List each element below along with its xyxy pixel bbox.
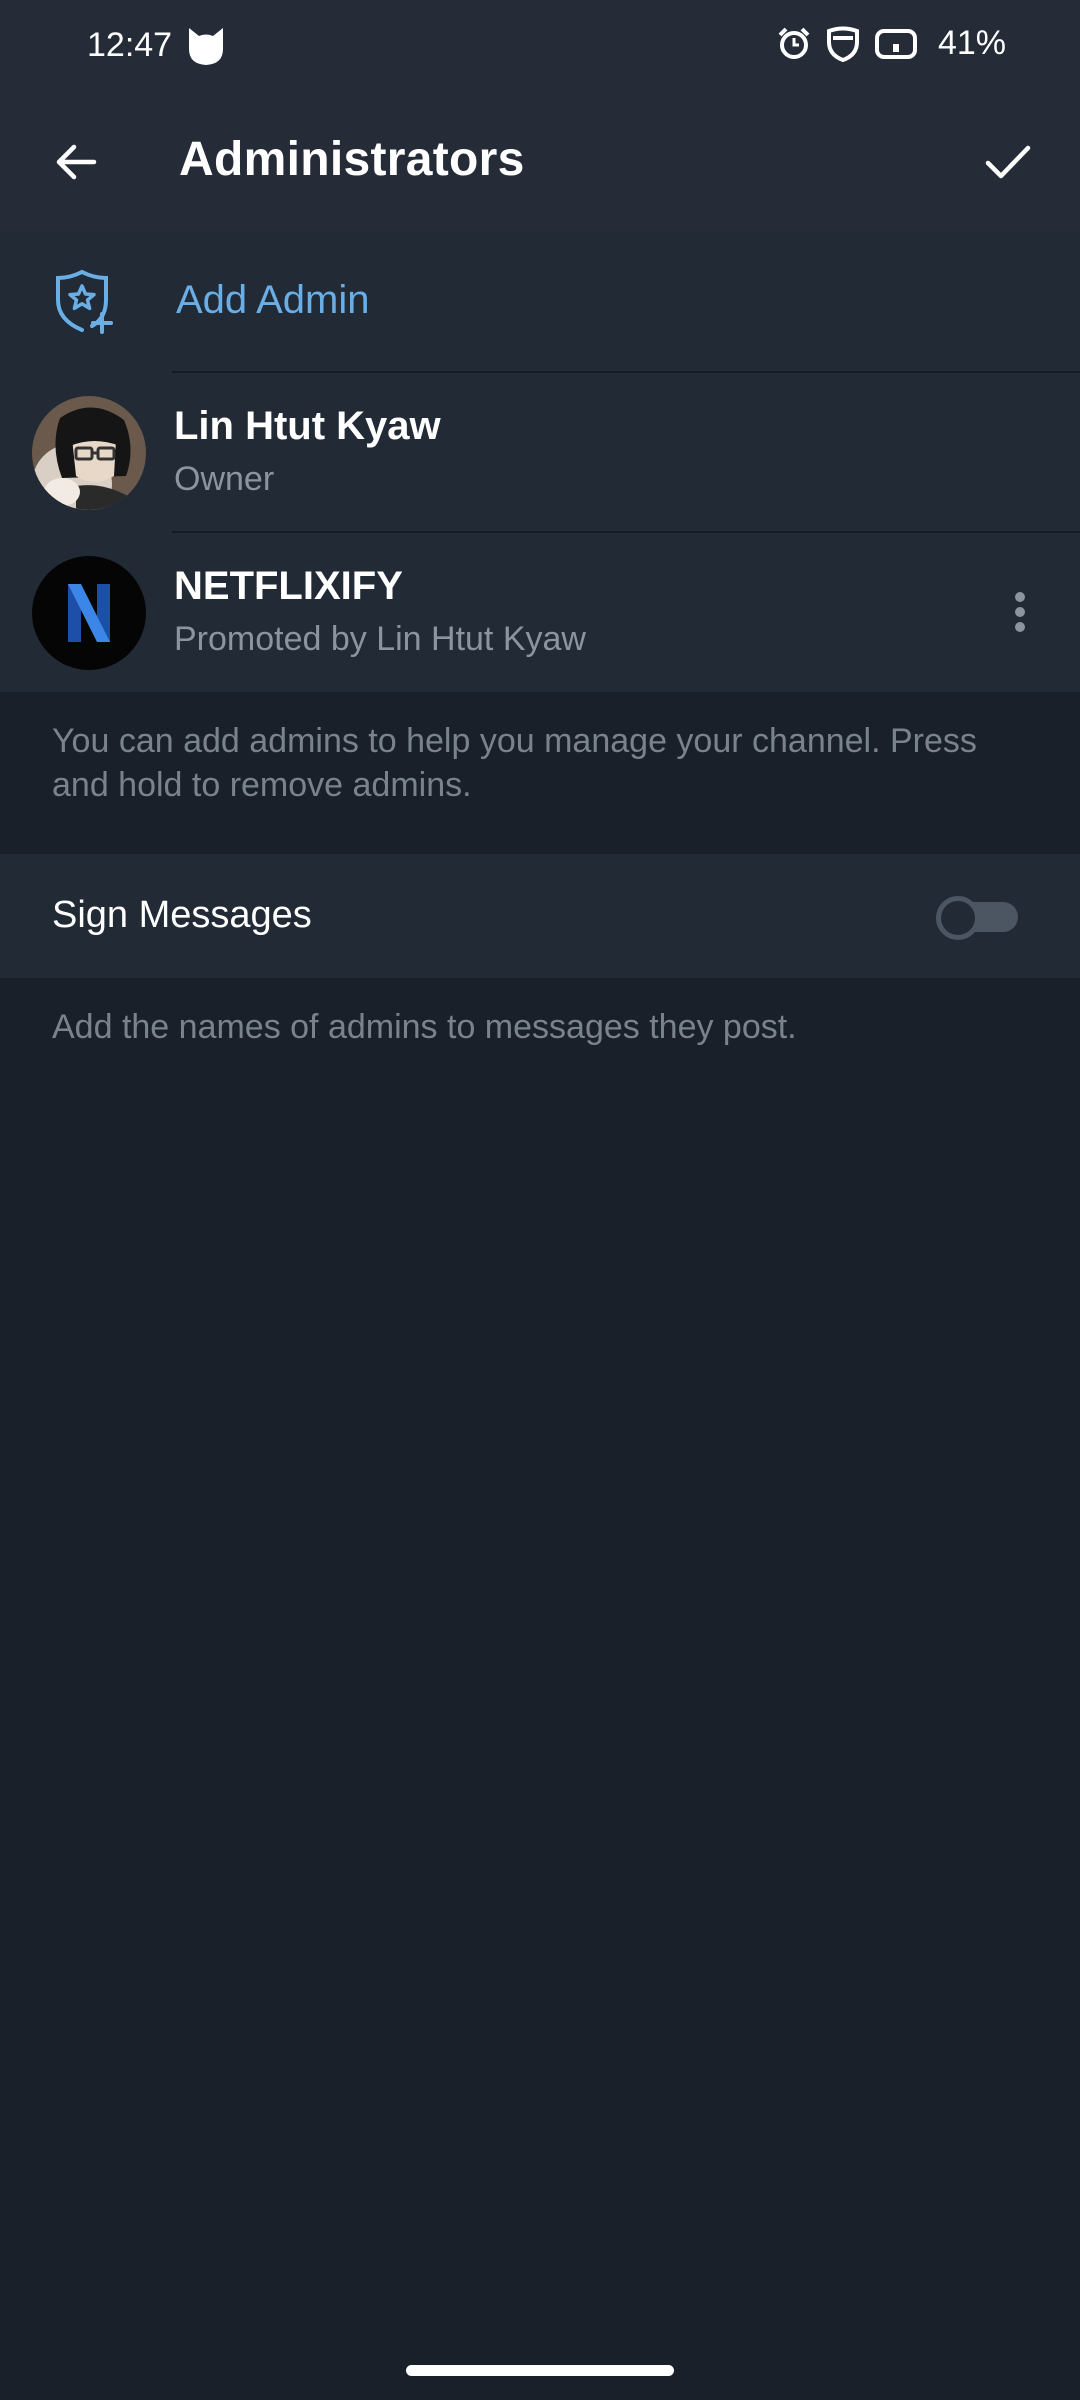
cat-icon <box>189 28 223 65</box>
sign-messages-label: Sign Messages <box>52 894 312 936</box>
netflix-n-logo <box>32 556 146 670</box>
admins-list: Add Admin Lin Htut Kyaw Owner NETFLIXIFY… <box>0 232 1080 692</box>
check-icon <box>985 145 1031 179</box>
battery-percent: 41% <box>937 24 1006 62</box>
admin-name: Lin Htut Kyaw <box>174 404 441 448</box>
admin-role: Owner <box>174 460 275 498</box>
sign-messages-toggle[interactable] <box>936 896 1018 940</box>
alarm-icon <box>778 27 810 59</box>
status-time: 12:47 <box>87 26 173 64</box>
anime-avatar-image <box>32 396 146 510</box>
avatar <box>32 396 146 510</box>
admin-name: NETFLIXIFY <box>174 564 403 608</box>
administrators-screen: 12:47 41% Administrators Add Admin Lin H… <box>0 0 1080 2400</box>
admin-row-owner[interactable]: Lin Htut Kyaw Owner <box>0 372 1080 532</box>
app-bar: Administrators <box>0 92 1080 232</box>
shield-star-plus-icon <box>56 270 113 334</box>
add-admin-button[interactable]: Add Admin <box>0 232 1080 372</box>
battery-icon <box>874 28 917 59</box>
admins-info-text: You can add admins to help you manage yo… <box>52 722 977 804</box>
admin-role: Promoted by Lin Htut Kyaw <box>174 620 586 658</box>
back-button[interactable] <box>40 126 112 198</box>
page-title: Administrators <box>179 133 525 186</box>
more-options-button[interactable] <box>990 582 1050 642</box>
add-admin-label: Add Admin <box>176 278 370 322</box>
sign-messages-info-text: Add the names of admins to messages they… <box>52 1008 797 1046</box>
home-indicator[interactable] <box>406 2365 674 2376</box>
toggle-knob <box>936 896 980 940</box>
arrow-left-icon <box>56 144 97 180</box>
shield-icon <box>826 26 859 62</box>
status-icons: 41% <box>776 24 1006 63</box>
more-vertical-icon <box>1015 592 1025 632</box>
avatar <box>32 556 146 670</box>
sign-messages-row[interactable]: Sign Messages <box>0 854 1080 978</box>
status-bar: 12:47 41% <box>0 0 1080 92</box>
confirm-button[interactable] <box>972 126 1044 198</box>
admin-row-netflixify[interactable]: NETFLIXIFY Promoted by Lin Htut Kyaw <box>0 532 1080 692</box>
